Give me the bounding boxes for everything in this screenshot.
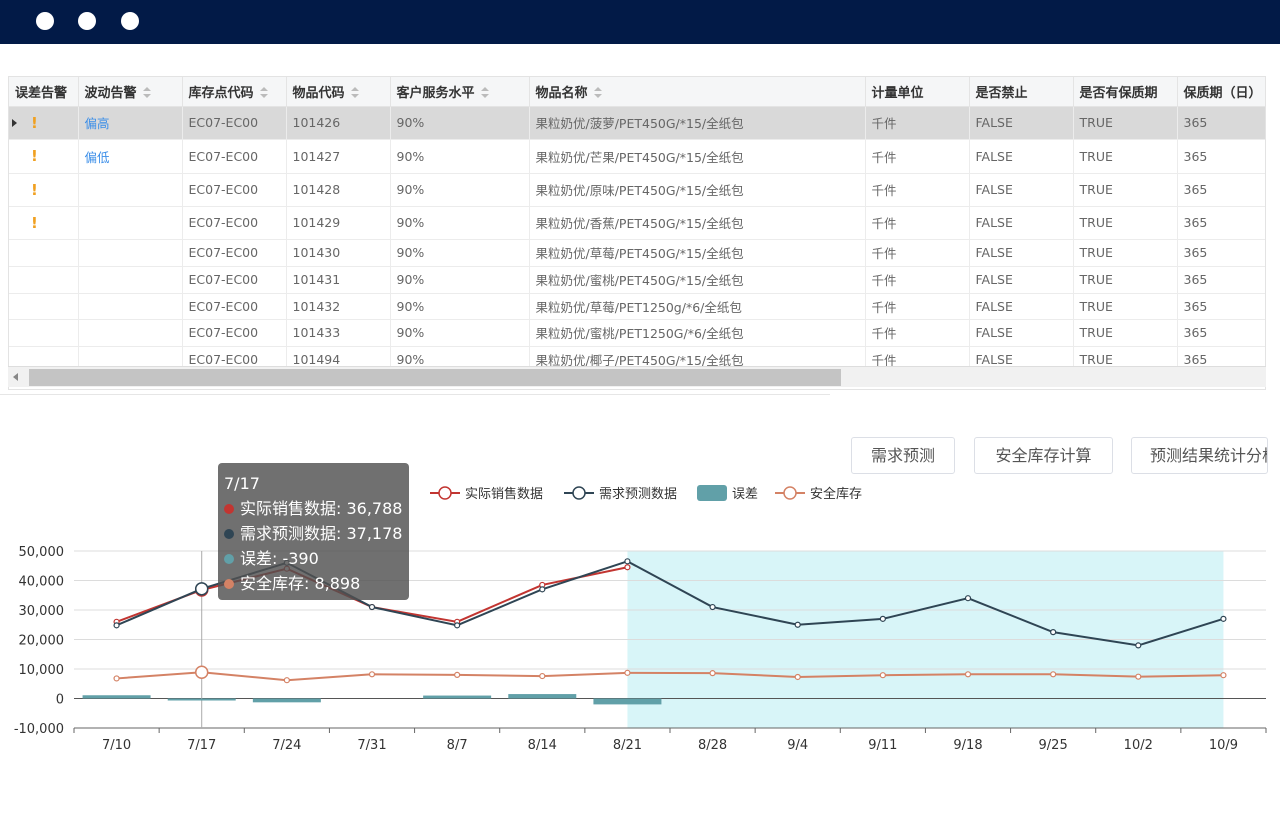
error-bar (82, 695, 151, 699)
data-point (368, 671, 376, 678)
tooltip-line-safety: 安全库存: 8,898 (224, 571, 403, 596)
data-point (539, 672, 546, 680)
data-point (794, 673, 801, 681)
x-tick-label: 10/9 (1209, 738, 1238, 753)
legend-item[interactable]: 安全库存 (775, 486, 862, 502)
legend-item[interactable]: 需求预测数据 (564, 486, 677, 502)
y-tick-label: -10,000 (14, 722, 64, 737)
data-point (539, 586, 546, 593)
data-point (194, 665, 209, 680)
x-tick-label: 9/25 (1039, 738, 1068, 753)
error-bar (593, 698, 662, 705)
x-tick-label: 7/10 (102, 738, 131, 753)
error-bar (167, 698, 236, 701)
data-point (709, 603, 716, 611)
tooltip-line-error: 误差: -390 (224, 546, 403, 571)
forecast-chart: 50,000 40,000 30,000 20,000 10,000 0 -10,000 7/… (14, 485, 1267, 753)
legend-bar-icon (697, 485, 727, 501)
data-point (879, 615, 886, 622)
data-point (283, 677, 290, 684)
legend-label: 需求预测数据 (599, 487, 677, 502)
legend-label: 安全库存 (810, 486, 862, 502)
data-point (624, 669, 631, 676)
data-point (1050, 629, 1057, 636)
x-tick-label: 8/21 (613, 738, 642, 753)
x-tick-label: 9/4 (787, 738, 808, 753)
error-bar (508, 694, 577, 699)
data-point (1135, 673, 1142, 680)
data-point (879, 672, 886, 679)
data-point (964, 671, 972, 678)
x-tick-label: 9/11 (868, 738, 897, 753)
data-point (113, 622, 120, 629)
y-tick-label: 50,000 (19, 545, 65, 560)
data-point (1220, 672, 1227, 679)
x-tick-label: 7/24 (272, 738, 301, 753)
y-tick-label: 20,000 (19, 634, 65, 649)
x-tick-label: 7/17 (187, 738, 216, 753)
y-tick-label: 30,000 (19, 604, 65, 619)
legend-label: 实际销售数据 (465, 486, 543, 502)
legend-item[interactable]: 实际销售数据 (430, 486, 543, 502)
data-point (624, 564, 631, 571)
tooltip-line-actual: 实际销售数据: 36,788 (224, 496, 403, 521)
data-point (113, 675, 120, 682)
x-tick-label: 7/31 (357, 738, 386, 753)
x-tick-label: 9/18 (953, 738, 982, 753)
data-point (709, 670, 716, 677)
legend-label: 误差 (732, 487, 758, 502)
data-point (368, 603, 376, 611)
data-point (194, 582, 209, 596)
x-tick-label: 8/7 (447, 738, 468, 753)
x-tick-label: 10/2 (1124, 738, 1153, 753)
data-point (794, 621, 801, 628)
legend-marker-icon (438, 486, 452, 500)
legend-marker-icon (572, 486, 586, 500)
legend-item[interactable]: 误差 (697, 485, 758, 502)
y-tick-label: 40,000 (19, 575, 65, 590)
y-tick-label: 0 (56, 693, 64, 708)
data-point (1220, 615, 1227, 622)
x-tick-label: 8/28 (698, 738, 727, 753)
tooltip-line-forecast: 需求预测数据: 37,178 (224, 521, 403, 546)
x-tick-label: 8/14 (528, 738, 557, 753)
data-point (624, 558, 631, 565)
data-point (1050, 671, 1057, 678)
tooltip-title: 7/17 (224, 474, 260, 493)
y-tick-label: 10,000 (19, 663, 65, 678)
error-bar (423, 695, 492, 699)
data-point (454, 671, 461, 679)
data-point (964, 595, 972, 602)
legend-marker-icon (783, 486, 797, 500)
data-point (454, 622, 461, 629)
chart-tooltip: 7/17 实际销售数据: 36,788 需求预测数据: 37,178 误差: -… (218, 463, 409, 600)
error-bar (252, 698, 321, 703)
data-point (1135, 642, 1142, 649)
